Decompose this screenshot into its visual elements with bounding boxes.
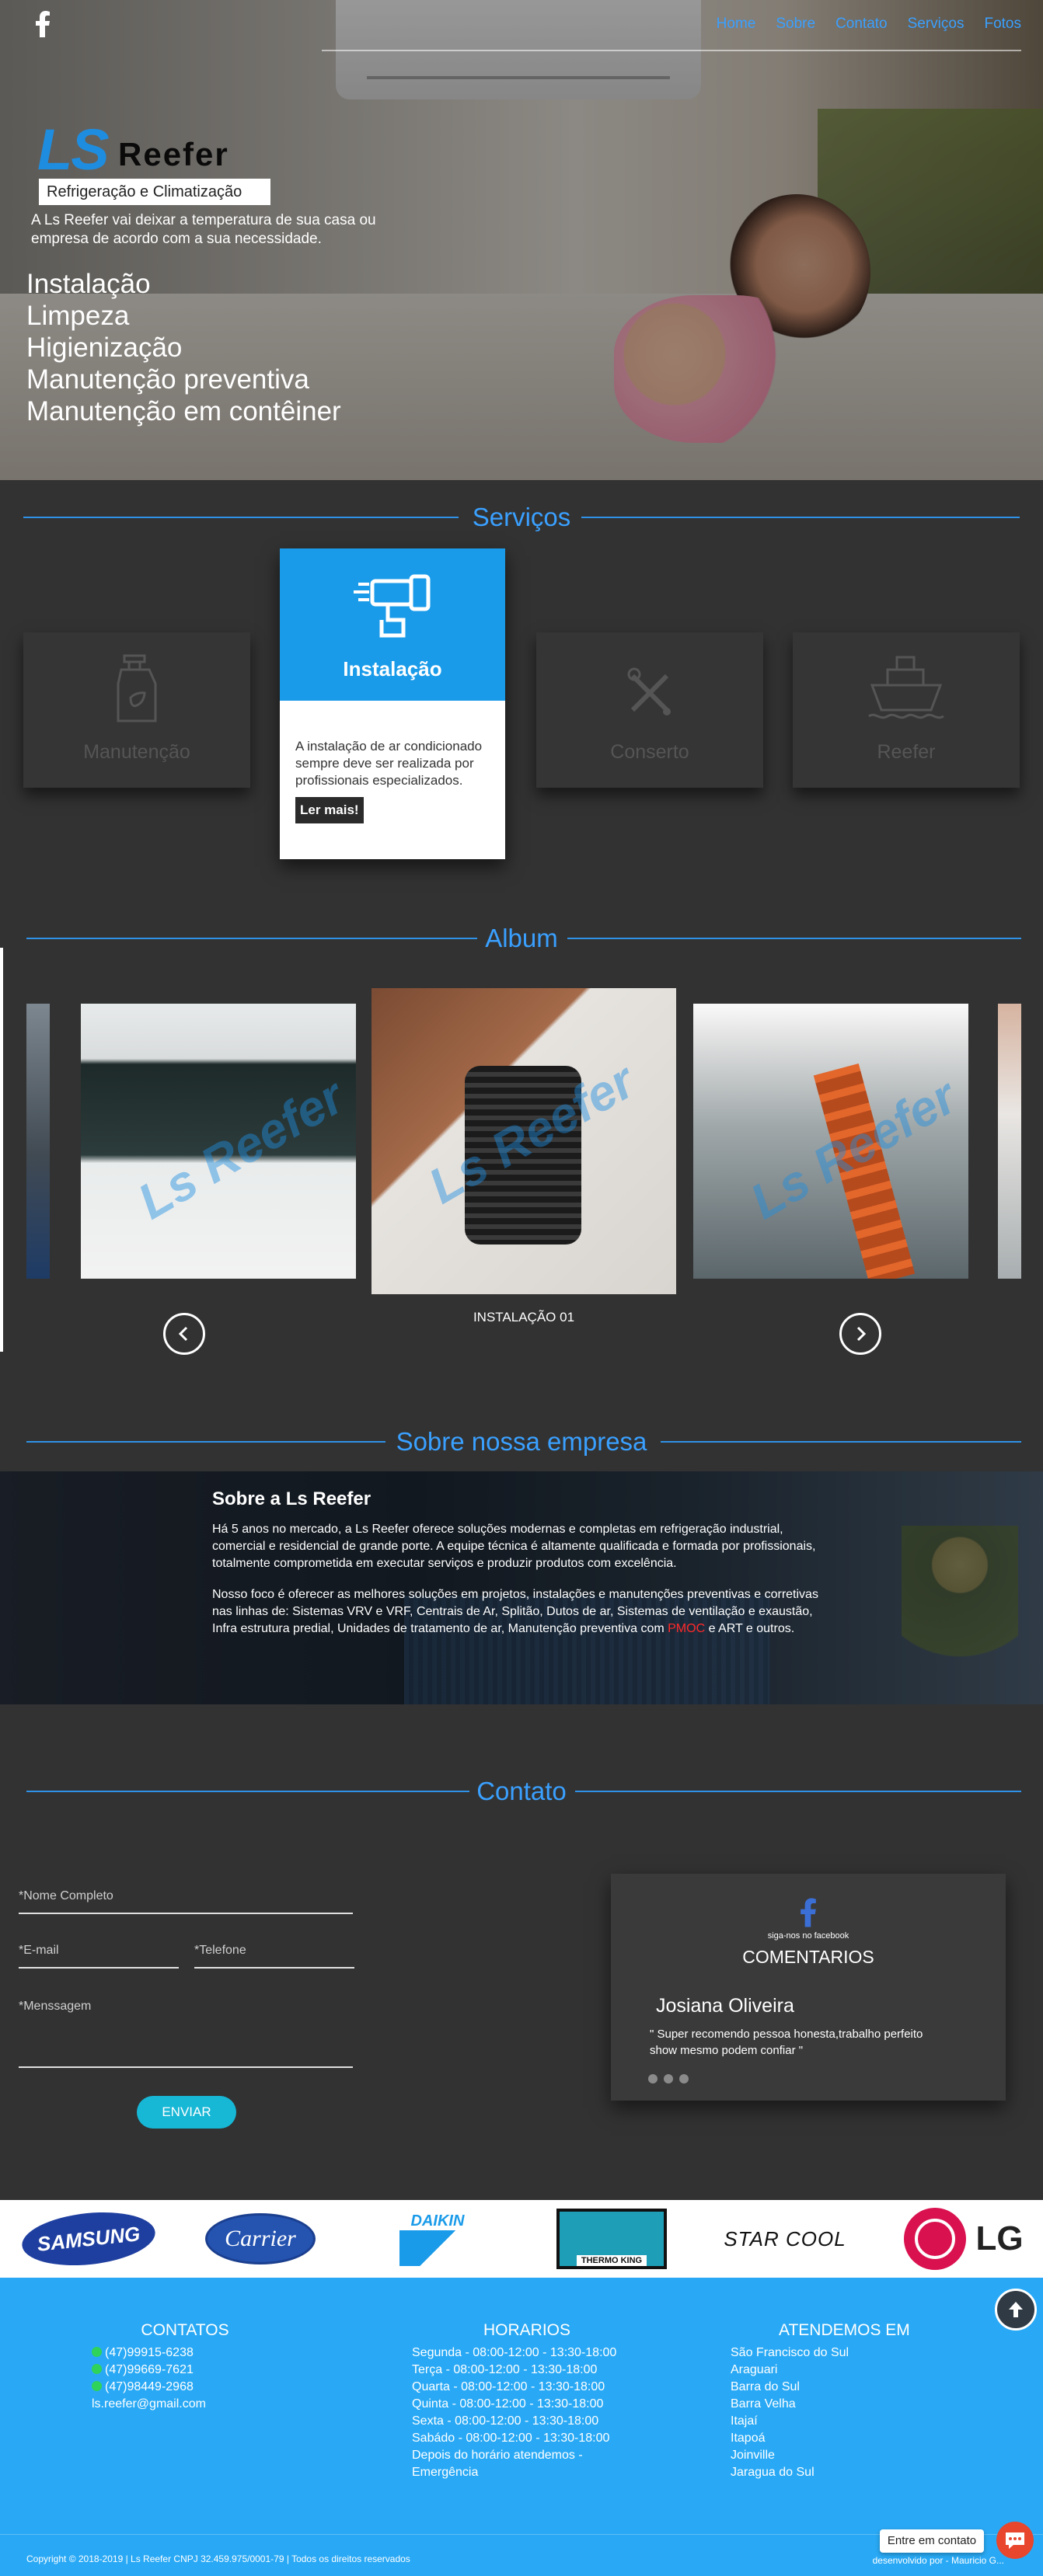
footer-horarios-title: HORARIOS bbox=[483, 2321, 571, 2339]
brand-thermo-king: THERMO KING bbox=[555, 2208, 668, 2270]
read-more-button[interactable]: Ler mais! bbox=[295, 797, 364, 823]
nav-home[interactable]: Home bbox=[717, 16, 756, 33]
whatsapp-icon bbox=[92, 2381, 102, 2391]
album-section-title: Album bbox=[0, 923, 1043, 954]
email-field[interactable]: *E-mail bbox=[19, 1944, 179, 1969]
footer-atendemos: ATENDEMOS EM São Francisco do Sul Aragua… bbox=[731, 2321, 933, 2481]
service-label: Conserto bbox=[610, 741, 689, 763]
facebook-follow-text: siga-nos no facebook bbox=[767, 1931, 849, 1941]
whatsapp-icon bbox=[92, 2364, 102, 2374]
top-navigation: Home Sobre Contato Serviços Fotos bbox=[0, 0, 1043, 54]
spray-bottle-icon bbox=[117, 654, 157, 722]
nav-divider bbox=[322, 50, 1021, 51]
lg-logo-icon bbox=[904, 2208, 967, 2270]
service-card-instalacao[interactable]: Instalação A instalação de ar condiciona… bbox=[280, 548, 505, 859]
watermark: Ls Reefer bbox=[128, 1067, 354, 1231]
logo-ls: LS bbox=[37, 117, 110, 182]
hero-services-list: Instalação Limpeza Higienização Manutenç… bbox=[26, 268, 341, 427]
brand-lg: LG bbox=[895, 2208, 1032, 2270]
phone-link[interactable]: (47)98449-2968 bbox=[92, 2379, 278, 2396]
message-field[interactable]: *Menssagem bbox=[19, 2000, 353, 2068]
phone-field[interactable]: *Telefone bbox=[194, 1944, 354, 1969]
brand-daikin: DAIKIN bbox=[395, 2208, 480, 2270]
service-card-conserto[interactable]: Conserto bbox=[536, 632, 763, 788]
album-prev-button[interactable] bbox=[163, 1313, 205, 1355]
facebook-icon[interactable] bbox=[799, 1897, 818, 1928]
pmoc-highlight: PMOC bbox=[668, 1622, 706, 1635]
chat-bubble-icon bbox=[1006, 2532, 1024, 2549]
about-paragraph-2: Nosso foco é oferecer as melhores soluçõ… bbox=[212, 1588, 818, 1635]
about-heading: Sobre a Ls Reefer bbox=[212, 1488, 372, 1509]
brand-carrier: Carrier bbox=[204, 2208, 317, 2270]
hero-list-item: Manutenção preventiva bbox=[26, 364, 309, 395]
service-description: A instalação de ar condicionado sempre d… bbox=[295, 739, 483, 788]
ship-icon bbox=[868, 656, 944, 719]
about-paragraph-1: Há 5 anos no mercado, a Ls Reefer oferec… bbox=[212, 1523, 816, 1570]
hero-list-item: Manutenção em contêiner bbox=[26, 396, 341, 426]
logo-subtitle: Refrigeração e Climatização bbox=[39, 179, 270, 205]
chat-label[interactable]: Entre em contato bbox=[880, 2529, 984, 2553]
album-caption: INSTALAÇÃO 01 bbox=[473, 1310, 575, 1325]
drill-icon bbox=[354, 574, 431, 638]
hero-tagline: A Ls Reefer vai deixar a temperatura de … bbox=[31, 212, 376, 247]
brand-samsung: SAMSUNG bbox=[19, 2206, 158, 2271]
nav-contato[interactable]: Contato bbox=[835, 16, 888, 33]
footer-contatos: CONTATOS (47)99915-6238 (47)99669-7621 (… bbox=[92, 2321, 278, 2413]
about-section-title: Sobre nossa empresa bbox=[0, 1426, 1043, 1457]
nav-sobre[interactable]: Sobre bbox=[776, 16, 815, 33]
album-photo-featured[interactable]: Ls Reefer bbox=[372, 988, 676, 1294]
hero-list-item: Instalação bbox=[26, 269, 151, 299]
footer-atendemos-title: ATENDEMOS EM bbox=[779, 2321, 910, 2339]
comments-card: siga-nos no facebook COMENTARIOS Josiana… bbox=[611, 1874, 1006, 2101]
chat-button[interactable] bbox=[996, 2522, 1034, 2559]
arrow-up-icon bbox=[1009, 2302, 1023, 2317]
comment-dot[interactable] bbox=[664, 2074, 673, 2083]
hero-list-item: Higienização bbox=[26, 332, 183, 363]
comment-author: Josiana Oliveira bbox=[656, 1995, 794, 2017]
nav-fotos[interactable]: Fotos bbox=[984, 16, 1021, 33]
album-photo-partial[interactable] bbox=[998, 1004, 1021, 1279]
nav-servicos[interactable]: Serviços bbox=[908, 16, 965, 33]
album-photo[interactable]: Ls Reefer bbox=[693, 1004, 968, 1279]
footer-horarios: HORARIOS Segunda - 08:00-12:00 - 13:30-1… bbox=[412, 2321, 645, 2481]
service-label: Reefer bbox=[877, 741, 936, 763]
album-photo[interactable]: Ls Reefer bbox=[81, 1004, 356, 1279]
whatsapp-icon bbox=[92, 2347, 102, 2357]
comment-dot[interactable] bbox=[679, 2074, 689, 2083]
service-label: Manutenção bbox=[83, 741, 190, 763]
service-label: Instalação bbox=[343, 657, 442, 681]
email-link[interactable]: ls.reefer@gmail.com bbox=[92, 2396, 278, 2413]
comment-text: " Super recomendo pessoa honesta,trabalh… bbox=[650, 2028, 923, 2057]
comment-pagination bbox=[648, 2074, 689, 2083]
album-next-button[interactable] bbox=[839, 1313, 881, 1355]
send-button[interactable]: ENVIAR bbox=[137, 2096, 236, 2129]
footer-contatos-title: CONTATOS bbox=[141, 2321, 229, 2339]
back-to-top-button[interactable] bbox=[995, 2289, 1037, 2331]
chevron-right-icon bbox=[856, 1326, 867, 1342]
facebook-icon[interactable] bbox=[34, 11, 51, 37]
contact-section-title: Contato bbox=[0, 1776, 1043, 1807]
comments-title: COMENTARIOS bbox=[742, 1947, 874, 1967]
services-section-title: Serviços bbox=[0, 502, 1043, 533]
phone-link[interactable]: (47)99669-7621 bbox=[92, 2362, 278, 2379]
album-photo-partial[interactable] bbox=[26, 1004, 50, 1279]
brands-strip: SAMSUNG Carrier DAIKIN THERMO KING STAR … bbox=[0, 2200, 1043, 2278]
developer-credit: desenvolvido por - Mauricio G... bbox=[872, 2555, 1004, 2566]
copyright: Copyright © 2018-2019 | Ls Reefer CNPJ 3… bbox=[26, 2553, 410, 2564]
service-card-reefer[interactable]: Reefer bbox=[793, 632, 1020, 788]
chevron-left-icon bbox=[178, 1326, 188, 1342]
hero-list-item: Limpeza bbox=[26, 301, 130, 331]
footer: CONTATOS (47)99915-6238 (47)99669-7621 (… bbox=[0, 2278, 1043, 2534]
nav-links: Home Sobre Contato Serviços Fotos bbox=[717, 16, 1021, 33]
logo-reefer: Reefer bbox=[118, 136, 229, 172]
phone-link[interactable]: (47)99915-6238 bbox=[92, 2345, 278, 2362]
comment-dot[interactable] bbox=[648, 2074, 658, 2083]
name-field[interactable]: *Nome Completo bbox=[19, 1889, 353, 1914]
tools-icon bbox=[627, 667, 671, 715]
brand-star-cool: STAR COOL bbox=[724, 2226, 846, 2251]
service-card-manutencao[interactable]: Manutenção bbox=[23, 632, 250, 788]
album-edge bbox=[0, 948, 3, 1352]
